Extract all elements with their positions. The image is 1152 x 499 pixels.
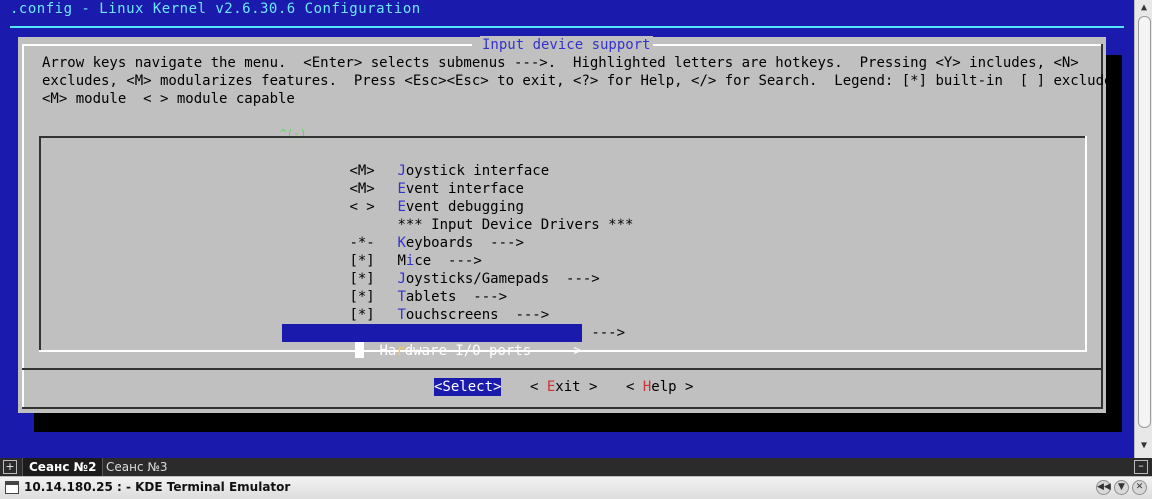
menuconfig-dialog: Input device support Arrow keys navigate… [18, 36, 1121, 413]
config-title: .config - Linux Kernel v2.6.30.6 Configu… [10, 1, 421, 17]
menu-item-label-pre: Ha [379, 343, 397, 359]
menu-item-label: dware I/O ports ---> [404, 343, 582, 359]
frame-left [22, 44, 24, 409]
buttons-separator [22, 368, 1103, 370]
tab-session-2[interactable]: Сеанс №2 [22, 458, 104, 476]
rewind-icon[interactable]: ◀◀ [1096, 480, 1111, 495]
menu-item-hotkey: r [396, 343, 405, 359]
frame-top-left [22, 44, 472, 46]
help-button[interactable]: < Help > [626, 378, 693, 396]
frame-bottom [22, 407, 1103, 409]
select-button[interactable]: <Select> [434, 378, 502, 396]
menu-frame-top [39, 136, 1087, 138]
menu-frame-left [39, 136, 41, 352]
menu-item-event-debugging[interactable]: < > Event debugging [282, 180, 523, 215]
help-line: <M> module < > module capable [42, 91, 295, 107]
help-line: excludes, <M> modularizes features. Pres… [42, 73, 1121, 89]
menu-item-miscellaneous-devices[interactable]: [*]Miscellaneous devices ---> [282, 306, 625, 341]
tab-session-3[interactable]: Сеанс №3 [100, 458, 174, 476]
session-tab-bar: + Сеанс №2 Сеанс №3 – [0, 458, 1152, 476]
menu-item-joystick-interface[interactable]: <M> Joystick interface [282, 144, 549, 179]
vertical-scrollbar[interactable]: ▲ ▼ [1134, 0, 1152, 458]
exit-button[interactable]: < Exit > [530, 378, 597, 396]
menu-item-joysticks-gamepads[interactable]: [*] Joysticks/Gamepads ---> [282, 252, 599, 287]
help-button-pre: < [626, 379, 643, 395]
minus-box-icon[interactable]: – [1134, 460, 1148, 474]
help-text: Arrow keys navigate the menu. <Enter> se… [42, 54, 1121, 108]
terminal-app-icon[interactable] [5, 481, 19, 494]
close-icon[interactable]: ✕ [1132, 480, 1147, 495]
chevron-down-icon[interactable]: ▼ [1114, 480, 1129, 495]
buttons-row: <Select> < Exit > < Help > [18, 378, 1106, 398]
plus-box-icon[interactable]: + [3, 460, 17, 474]
scrollbar-thumb[interactable] [1138, 16, 1151, 428]
help-button-label: elp > [651, 379, 694, 395]
title-rule [10, 26, 1124, 28]
menu-item-input-device-drivers-header: *** Input Device Drivers *** [282, 198, 633, 233]
menu-box: <M> Joystick interface <M> Event interface… [39, 136, 1087, 359]
menu-item-touchscreens[interactable]: [*] Touchscreens ---> [282, 288, 549, 323]
dialog-title: Input device support [480, 36, 653, 54]
menu-frame-right [1085, 136, 1087, 352]
text-cursor [355, 342, 365, 358]
terminal-screen[interactable]: .config - Linux Kernel v2.6.30.6 Configu… [0, 0, 1134, 458]
frame-top-right [643, 44, 1103, 46]
exit-button-pre: < [530, 379, 547, 395]
menu-item-hardware-io-ports[interactable]: Hardware I/O ports ---> [282, 324, 582, 359]
window-title-bar[interactable]: 10.14.180.25 : - KDE Terminal Emulator ◀… [0, 476, 1152, 499]
exit-button-label: xit > [555, 379, 598, 395]
menu-item-keyboards[interactable]: -*- Keyboards ---> [282, 216, 523, 251]
window-title: 10.14.180.25 : - KDE Terminal Emulator [24, 480, 291, 494]
menu-item-tablets[interactable]: [*] Tablets ---> [282, 270, 507, 305]
arrow-down-icon[interactable]: ▼ [1138, 440, 1150, 452]
help-line: Arrow keys navigate the menu. <Enter> se… [42, 55, 1079, 71]
menu-item-mice[interactable]: [*] Mice ---> [282, 234, 481, 269]
arrow-up-icon[interactable]: ▲ [1138, 2, 1150, 14]
menu-item-event-interface[interactable]: <M> Event interface [282, 162, 523, 197]
